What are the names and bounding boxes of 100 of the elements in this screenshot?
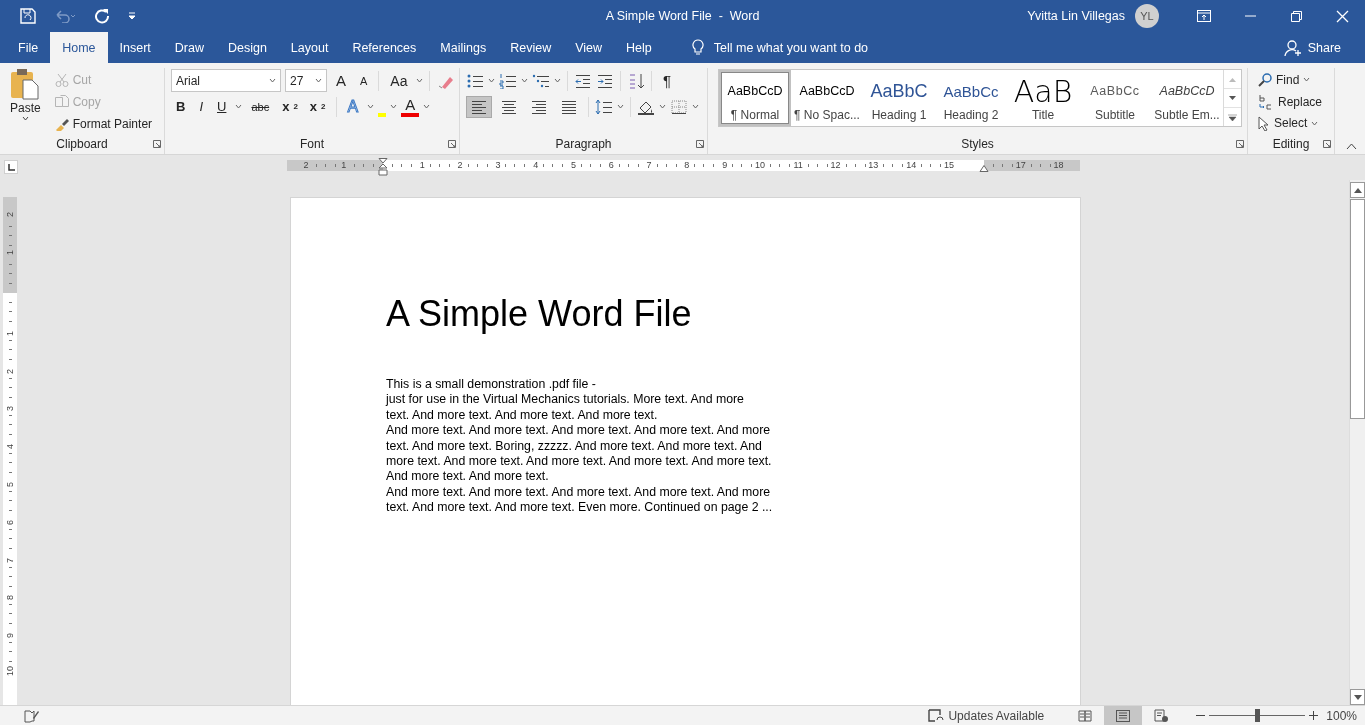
caret-icon[interactable] [488, 78, 495, 83]
restore-icon[interactable] [1290, 10, 1302, 22]
proofing-icon[interactable] [24, 708, 40, 723]
ribbon-tab[interactable]: Draw [162, 32, 216, 63]
ruler-number: 1 [5, 250, 15, 256]
share-button[interactable]: Share [1277, 32, 1365, 63]
change-case-button[interactable]: Aa [385, 69, 413, 92]
style-item[interactable]: AaBbCc Subtitle [1079, 70, 1151, 126]
user-avatar[interactable]: YL [1135, 4, 1159, 28]
zoom-level[interactable]: 100% [1326, 708, 1357, 723]
format-painter-button[interactable]: Format Painter [50, 114, 157, 134]
ribbon-tab[interactable]: Mailings [428, 32, 499, 63]
caret-icon[interactable] [1303, 77, 1311, 83]
caret-icon[interactable] [367, 104, 375, 109]
paste-button[interactable]: Paste [6, 68, 45, 134]
caret-icon[interactable] [423, 104, 431, 109]
align-left-button[interactable] [466, 95, 492, 118]
style-item[interactable]: AaB Title [1007, 70, 1079, 126]
ribbon-tab[interactable]: Review [498, 32, 564, 63]
ribbon-display-options-icon[interactable] [1197, 10, 1211, 22]
grow-font-button[interactable]: A [331, 69, 351, 92]
dialog-launcher-icon[interactable] [153, 140, 161, 148]
underline-button[interactable]: U [212, 95, 232, 118]
minimize-icon[interactable] [1244, 15, 1256, 17]
ruler-number: 8 [5, 595, 15, 601]
redo-icon[interactable] [94, 8, 110, 24]
bold-button[interactable]: B [171, 95, 191, 118]
print-view-button[interactable] [1104, 706, 1143, 725]
right-indent-marker-icon[interactable] [979, 165, 989, 172]
lightbulb-icon[interactable] [691, 39, 704, 56]
style-item[interactable]: AaBbCcD ¶ No Spac... [791, 70, 863, 126]
style-item[interactable]: AaBbCcD ¶ Normal [719, 70, 791, 126]
line-spacing-icon[interactable] [595, 98, 613, 115]
customize-toolbar-icon[interactable] [128, 12, 136, 20]
caret-icon[interactable] [390, 104, 398, 109]
increase-indent-icon[interactable] [596, 72, 614, 89]
updates-status[interactable]: Updates Available [948, 708, 1045, 723]
show-formatting-marks-button[interactable]: ¶ [658, 69, 677, 92]
caret-icon[interactable] [416, 78, 424, 83]
borders-icon[interactable] [670, 98, 688, 115]
save-icon[interactable] [20, 8, 36, 24]
group-label: Font [300, 137, 324, 151]
select-button[interactable]: Select [1254, 112, 1327, 134]
style-item[interactable]: AaBbCcD Subtle Em... [1151, 70, 1223, 126]
bullet-list-icon[interactable] [466, 72, 484, 89]
ribbon-tab[interactable]: Layout [278, 32, 341, 63]
scroll-thumb[interactable] [1350, 199, 1365, 419]
caret-icon[interactable] [521, 78, 528, 83]
find-button[interactable]: Find [1254, 69, 1327, 91]
caret-icon[interactable] [554, 78, 561, 83]
copy-icon [54, 95, 69, 109]
ruler-number: 5 [5, 481, 15, 487]
ribbon-tab[interactable]: File [6, 32, 51, 63]
read-view-icon [1077, 708, 1093, 723]
replace-button[interactable]: Replace [1254, 90, 1327, 113]
multilevel-list-icon[interactable] [532, 72, 550, 89]
style-item[interactable]: AaBbCc Heading 2 [935, 70, 1007, 126]
more-styles-icon[interactable] [1228, 113, 1237, 121]
ribbon-tab[interactable]: Home [50, 32, 108, 63]
caret-icon[interactable] [235, 104, 243, 109]
style-item[interactable]: AaBbC Heading 1 [863, 70, 935, 126]
undo-icon[interactable] [54, 9, 76, 23]
collapse-ribbon-icon[interactable] [1346, 143, 1357, 150]
dialog-launcher-icon[interactable] [448, 140, 456, 148]
caret-icon[interactable] [269, 78, 276, 83]
ruler-number: 9 [5, 633, 15, 639]
strikethrough-button[interactable]: abc [246, 95, 275, 118]
tell-me-search-field[interactable]: Tell me what you want to do [713, 40, 869, 55]
zoom-in-icon[interactable] [1309, 711, 1319, 720]
caret-icon[interactable] [659, 104, 666, 109]
scroll-down-button[interactable] [1350, 689, 1365, 705]
italic-button[interactable]: I [194, 95, 208, 118]
scroll-down-icon[interactable] [1229, 95, 1236, 101]
font-name-dropdown[interactable]: Arial [171, 69, 281, 92]
shrink-font-button[interactable]: A [355, 69, 373, 92]
caret-icon[interactable] [315, 78, 322, 83]
font-size-dropdown[interactable]: 27 [285, 69, 327, 92]
scroll-up-button[interactable] [1350, 182, 1365, 198]
caret-icon[interactable] [1311, 120, 1319, 126]
decrease-indent-icon[interactable] [574, 72, 592, 89]
dialog-launcher-icon[interactable] [696, 140, 704, 148]
zoom-slider-thumb[interactable] [1255, 709, 1261, 722]
ruler-number: 6 [5, 519, 15, 525]
dialog-launcher-icon[interactable] [1236, 140, 1244, 148]
dialog-launcher-icon[interactable] [1323, 140, 1331, 148]
indent-marker-icon[interactable] [378, 158, 388, 176]
superscript-button[interactable]: x$^{2}$ [305, 95, 330, 118]
caret-icon[interactable] [692, 104, 699, 109]
ribbon-tab[interactable]: Insert [107, 32, 163, 63]
caret-icon[interactable] [21, 116, 29, 121]
tab-selector[interactable] [4, 160, 18, 174]
ribbon-tab[interactable]: References [340, 32, 429, 63]
ribbon-tab[interactable]: View [563, 32, 615, 63]
numbered-list-icon[interactable] [499, 72, 517, 89]
caret-icon[interactable] [617, 104, 624, 109]
ruler-number: 1 [340, 161, 348, 170]
font-color-button[interactable]: A [401, 96, 420, 117]
close-icon[interactable] [1335, 9, 1349, 23]
ribbon-tab[interactable]: Help [614, 32, 664, 63]
ribbon-tab[interactable]: Design [215, 32, 279, 63]
